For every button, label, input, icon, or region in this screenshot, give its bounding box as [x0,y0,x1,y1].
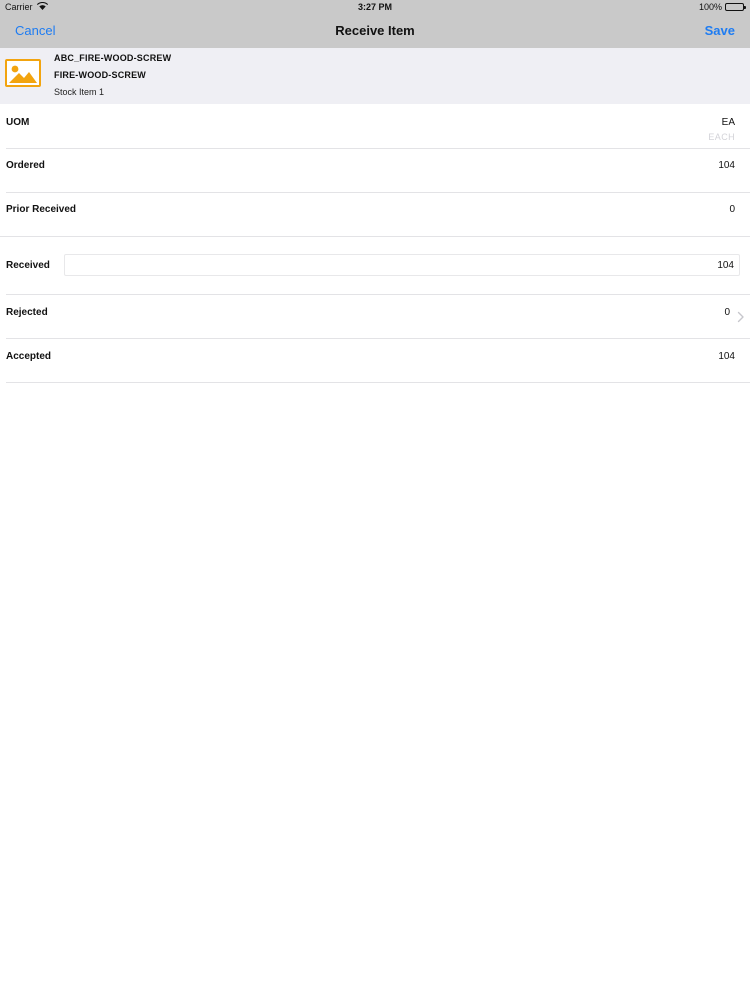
accepted-row: Accepted 104 [0,339,750,382]
navigation-bar: Carrier 3:27 PM 100% Cancel Receive Item… [0,0,750,48]
received-label: Received [6,260,50,271]
uom-value: EA [721,117,735,128]
rejected-row[interactable]: Rejected 0 [0,295,750,338]
divider [6,382,750,383]
item-header: ABC_FIRE-WOOD-SCREW FIRE-WOOD-SCREW Stoc… [0,48,750,104]
accepted-value: 104 [718,351,735,362]
page-title: Receive Item [335,23,415,38]
accepted-label: Accepted [6,351,52,362]
battery-percentage: 100% [698,2,722,12]
item-description: Stock Item 1 [54,87,105,97]
rejected-value: 0 [724,307,730,318]
clock: 3:27 PM [357,2,392,12]
prior-received-row: Prior Received 0 [0,193,750,236]
received-quantity-input[interactable]: 104 [64,254,740,276]
image-placeholder-icon [5,59,41,87]
uom-row[interactable]: UOM EA EACH [0,104,750,148]
chevron-right-icon [737,311,744,323]
uom-label: UOM [6,117,30,128]
uom-description: EACH [708,132,735,142]
item-code: ABC_FIRE-WOOD-SCREW [54,53,172,63]
rejected-label: Rejected [6,307,48,318]
received-value: 104 [717,260,734,271]
item-name: FIRE-WOOD-SCREW [54,70,146,80]
battery-icon [725,3,746,11]
prior-received-value: 0 [729,204,735,215]
prior-received-label: Prior Received [6,204,77,215]
ordered-value: 104 [718,160,735,171]
status-bar: Carrier 3:27 PM 100% [0,0,750,14]
ordered-row: Ordered 104 [0,149,750,192]
received-row: Received 104 [0,254,750,294]
ordered-label: Ordered [6,160,45,171]
save-button[interactable]: Save [705,23,735,38]
divider [0,236,750,237]
